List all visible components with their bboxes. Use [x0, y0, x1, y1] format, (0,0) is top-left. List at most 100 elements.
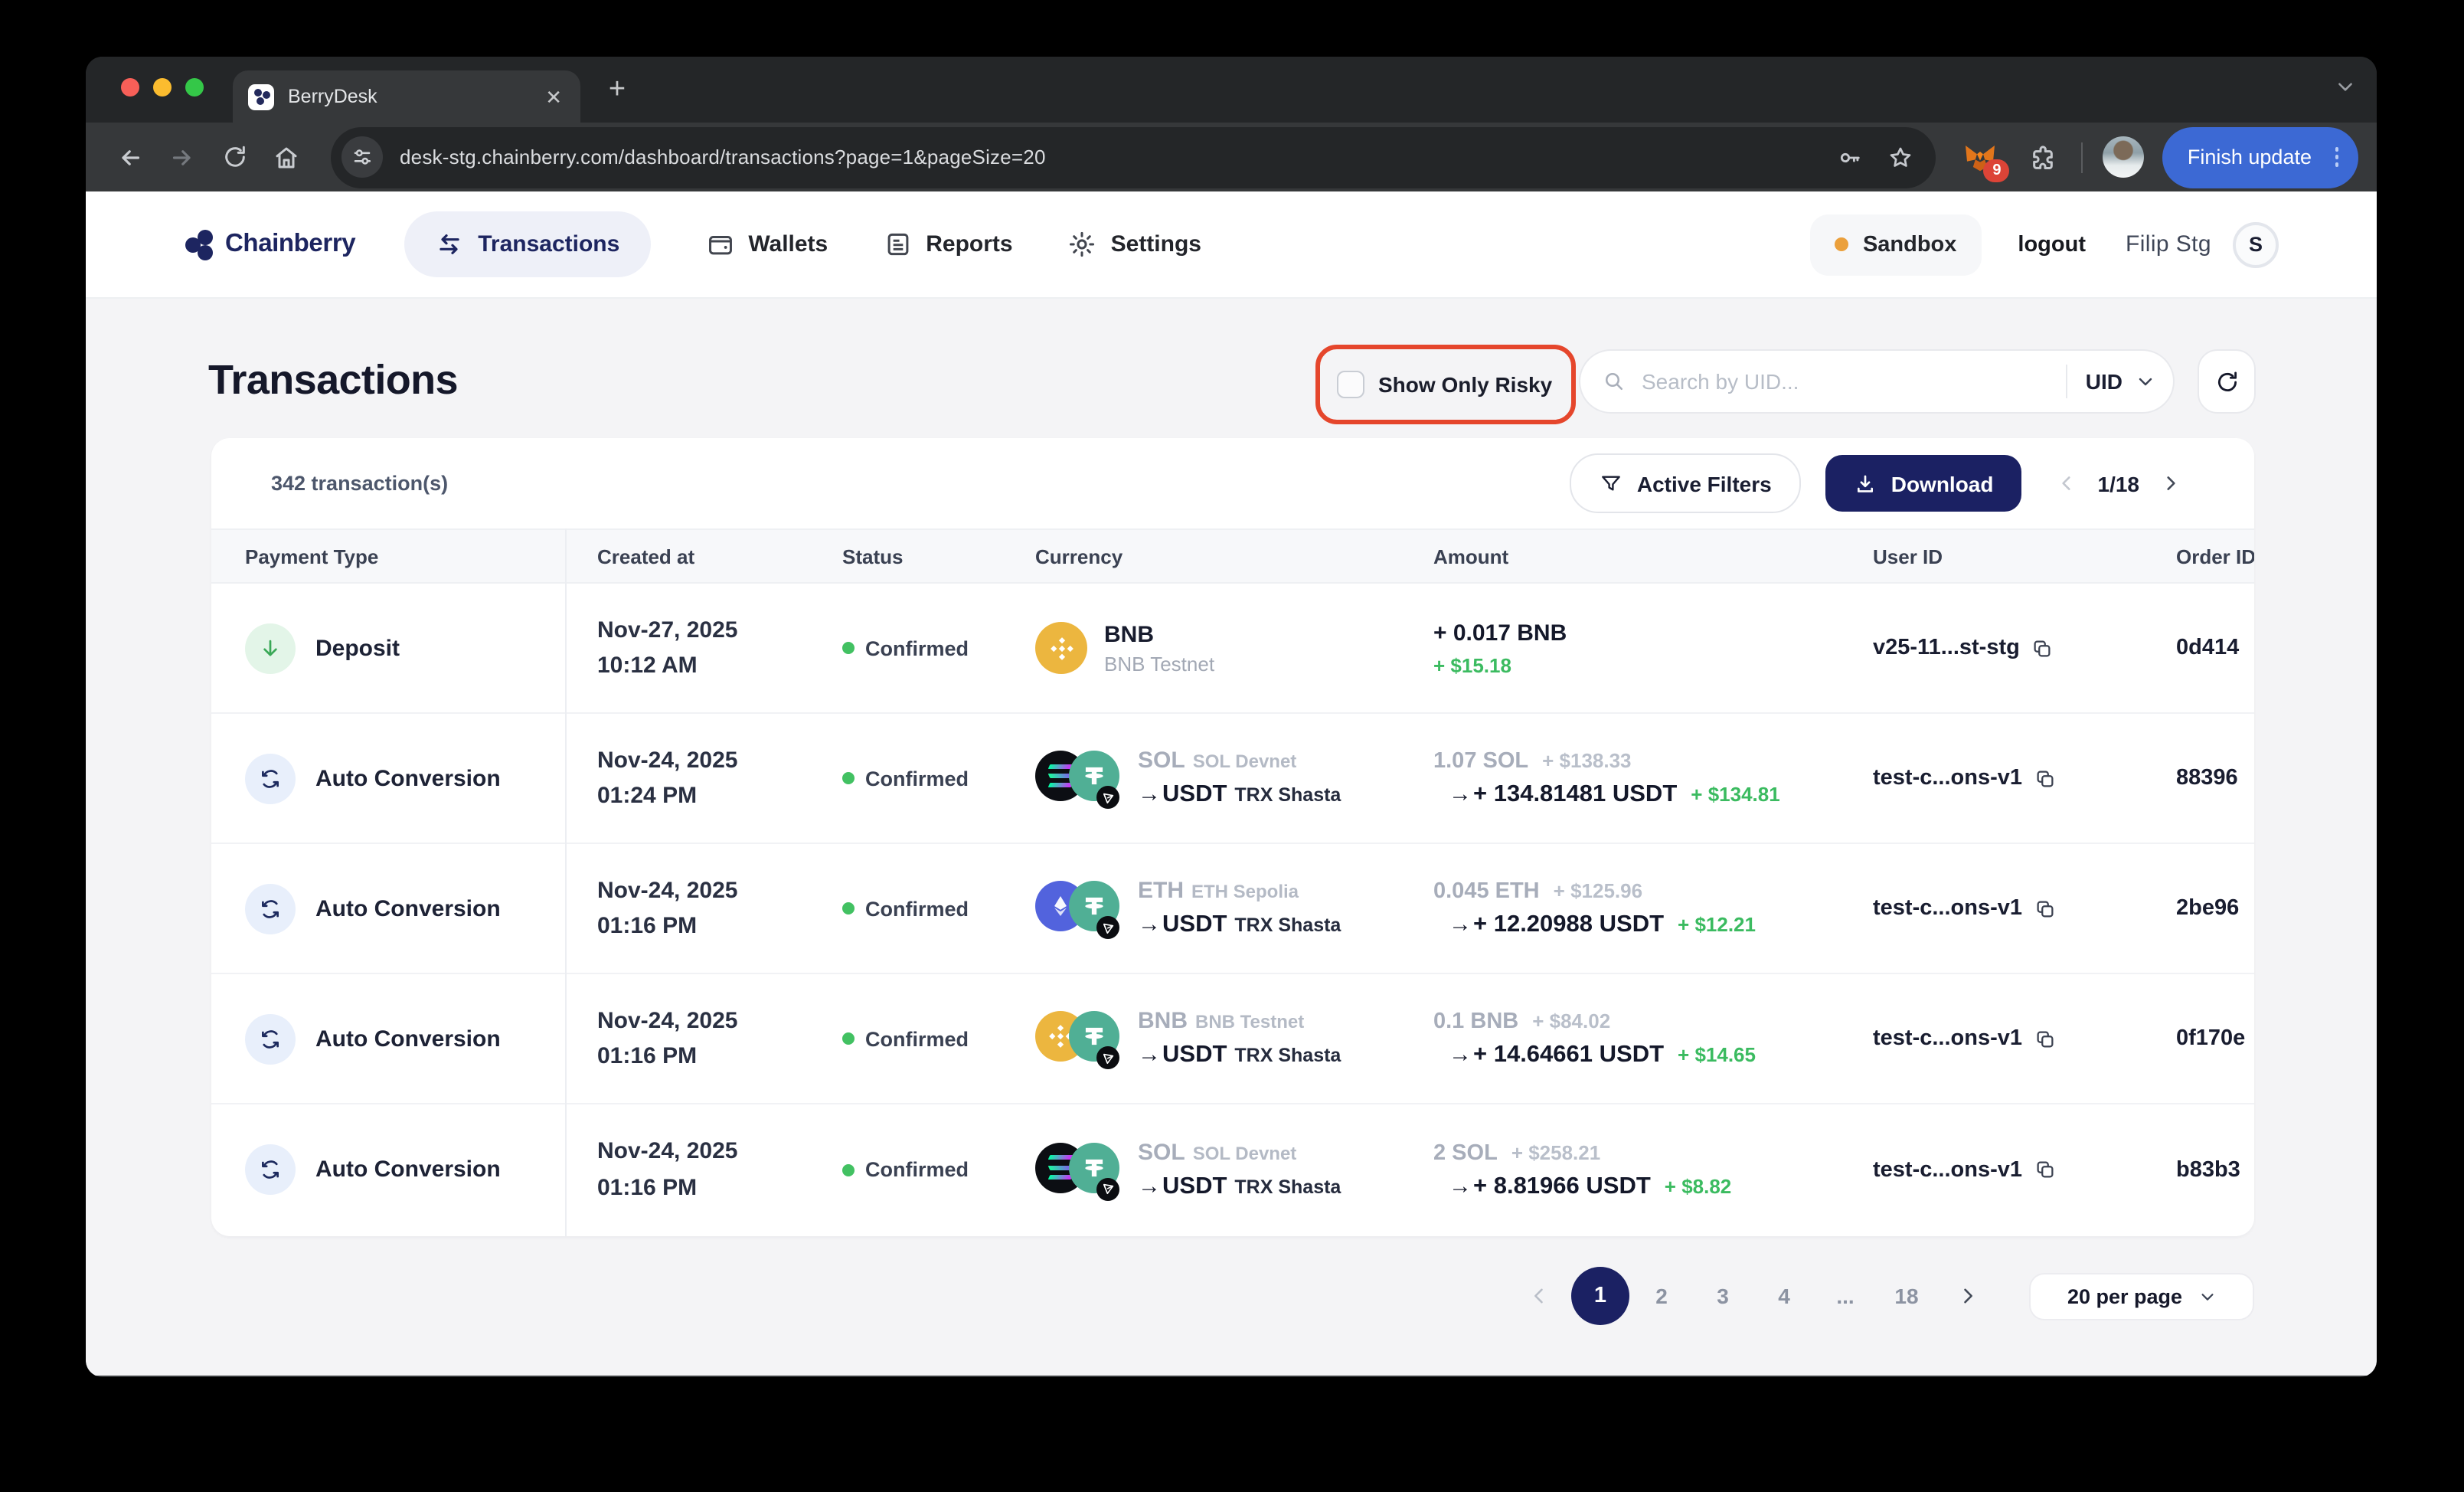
- nav-item-reports[interactable]: Reports: [883, 230, 1012, 259]
- reload-icon[interactable]: [214, 137, 254, 177]
- window-minimize-button[interactable]: [153, 78, 172, 97]
- user-id-value: test-c...ons-v1: [1873, 1157, 2022, 1182]
- address-bar[interactable]: desk-stg.chainberry.com/dashboard/transa…: [331, 126, 1936, 188]
- page-number[interactable]: 4: [1753, 1284, 1815, 1308]
- active-filters-button[interactable]: Active Filters: [1570, 453, 1801, 513]
- order-id-cell: 0f170e: [2144, 1025, 2254, 1052]
- copy-icon[interactable]: [2033, 1027, 2056, 1050]
- table-row[interactable]: Auto ConversionNov-24, 202501:24 PMConfi…: [211, 714, 2254, 844]
- pagination-prev-icon[interactable]: [1528, 1285, 1550, 1307]
- order-id-value: 0d414: [2176, 636, 2239, 660]
- tab-close-icon[interactable]: ✕: [542, 83, 565, 110]
- trx-chain-badge-icon: [1096, 916, 1119, 939]
- tab-title: BerryDesk: [288, 86, 542, 107]
- window-close-button[interactable]: [121, 78, 139, 97]
- next-page-icon[interactable]: [2161, 473, 2181, 493]
- download-button[interactable]: Download: [1825, 455, 2021, 512]
- page-number[interactable]: 3: [1692, 1284, 1753, 1308]
- user-id-value: test-c...ons-v1: [1873, 1026, 2022, 1051]
- prev-page-icon[interactable]: [2057, 473, 2077, 493]
- status-label: Confirmed: [865, 1027, 969, 1050]
- show-only-risky-checkbox[interactable]: [1337, 371, 1364, 398]
- nav-item-settings[interactable]: Settings: [1068, 230, 1201, 259]
- table-row[interactable]: Auto ConversionNov-24, 202501:16 PMConfi…: [211, 974, 2254, 1104]
- status-label: Confirmed: [865, 1158, 969, 1181]
- finish-update-button[interactable]: Finish update: [2163, 126, 2358, 188]
- from-currency-network: SOL Devnet: [1193, 751, 1297, 772]
- user-avatar[interactable]: S: [2233, 221, 2279, 267]
- password-key-icon[interactable]: [1837, 143, 1864, 171]
- nav-item-transactions[interactable]: Transactions: [404, 211, 650, 277]
- back-icon[interactable]: [110, 137, 150, 177]
- status-dot-icon: [842, 1163, 855, 1176]
- browser-profile-avatar[interactable]: [2103, 136, 2145, 178]
- created-time: 01:16 PM: [597, 908, 810, 944]
- page-number[interactable]: 2: [1631, 1284, 1692, 1308]
- user-id-cell: test-c...ons-v1: [1841, 766, 2144, 790]
- created-date: Nov-24, 2025: [597, 742, 810, 778]
- pagination-next-icon[interactable]: [1957, 1285, 1979, 1307]
- refresh-button[interactable]: [2198, 349, 2256, 414]
- to-amount-value: + 8.81966 USDT: [1473, 1173, 1651, 1199]
- order-id-cell: 88396: [2144, 764, 2254, 792]
- new-tab-button[interactable]: +: [600, 74, 634, 107]
- arrow-icon: →: [1138, 1042, 1161, 1068]
- report-icon: [883, 230, 912, 259]
- coin-pair-icon: [1035, 878, 1121, 939]
- user-id-cell: test-c...ons-v1: [1841, 896, 2144, 921]
- payment-type-cell: Auto Conversion: [211, 883, 565, 934]
- browser-tab[interactable]: BerryDesk ✕: [233, 70, 580, 123]
- payment-type-cell: Deposit: [211, 623, 565, 673]
- site-info-icon[interactable]: [341, 136, 383, 178]
- status-dot-icon: [842, 772, 855, 784]
- table-row[interactable]: Auto ConversionNov-24, 202501:16 PMConfi…: [211, 844, 2254, 974]
- arrow-icon: →: [1138, 1173, 1161, 1199]
- coin-pair-icon: [1035, 1139, 1121, 1200]
- currency-cell: BNBBNB Testnet: [1003, 621, 1401, 675]
- metamask-extension-icon[interactable]: 9: [1961, 138, 1999, 176]
- copy-icon[interactable]: [2033, 767, 2056, 790]
- per-page-select[interactable]: 20 per page: [2029, 1273, 2254, 1320]
- copy-icon[interactable]: [2033, 1158, 2056, 1181]
- payment-type-cell: Auto Conversion: [211, 1013, 565, 1064]
- trx-chain-badge-icon: [1096, 1177, 1119, 1200]
- nav-item-wallets[interactable]: Wallets: [705, 230, 828, 259]
- status-label: Confirmed: [865, 636, 969, 659]
- created-at-cell: Nov-24, 202501:16 PM: [565, 1134, 810, 1206]
- copy-icon[interactable]: [2033, 897, 2056, 920]
- bottom-pagination: 1 2 3 4 ... 18: [1528, 1267, 1979, 1325]
- sandbox-dot-icon: [1835, 237, 1849, 251]
- arrow-icon: →: [1449, 911, 1472, 937]
- page-number-active[interactable]: 1: [1571, 1267, 1629, 1325]
- column-header: Amount: [1401, 545, 1841, 568]
- browser-menu-icon[interactable]: [2328, 142, 2345, 173]
- from-currency-symbol: SOL: [1138, 1139, 1185, 1165]
- window-zoom-button[interactable]: [185, 78, 204, 97]
- order-id-value: b83b3: [2176, 1157, 2240, 1182]
- currency-cell: ETHETH Sepolia→USDTTRX Shasta: [1003, 878, 1401, 939]
- copy-icon[interactable]: [2031, 636, 2054, 659]
- search-field-select[interactable]: UID: [2086, 369, 2123, 394]
- brand-logo[interactable]: Chainberry: [184, 227, 355, 261]
- order-id-value: 0f170e: [2176, 1026, 2245, 1051]
- order-id-cell: b83b3: [2144, 1156, 2254, 1183]
- page-number[interactable]: 18: [1876, 1284, 1937, 1308]
- logout-link[interactable]: logout: [2018, 232, 2086, 257]
- forward-icon[interactable]: [162, 137, 202, 177]
- tab-search-chevron-icon[interactable]: [2335, 77, 2355, 104]
- amount-value: + 0.017 BNB: [1433, 620, 1841, 646]
- home-icon[interactable]: [266, 137, 306, 177]
- table-row[interactable]: DepositNov-27, 202510:12 AMConfirmedBNBB…: [211, 584, 2254, 714]
- bookmark-star-icon[interactable]: [1887, 143, 1915, 171]
- search-input[interactable]: [1639, 368, 2047, 395]
- amount-cell: 2 SOL+ $258.21→+ 8.81966 USDT+ $8.82: [1401, 1139, 1841, 1200]
- table-row[interactable]: Auto ConversionNov-24, 202501:16 PMConfi…: [211, 1104, 2254, 1235]
- arrow-icon: →: [1449, 1042, 1472, 1068]
- from-amount-value: 1.07 SOL: [1433, 749, 1528, 774]
- chevron-down-icon[interactable]: [2136, 372, 2155, 391]
- created-time: 01:16 PM: [597, 1170, 810, 1206]
- user-id-cell: test-c...ons-v1: [1841, 1157, 2144, 1182]
- gear-icon: [1068, 230, 1097, 259]
- extensions-puzzle-icon[interactable]: [2024, 138, 2062, 176]
- arrow-icon: →: [1449, 781, 1472, 807]
